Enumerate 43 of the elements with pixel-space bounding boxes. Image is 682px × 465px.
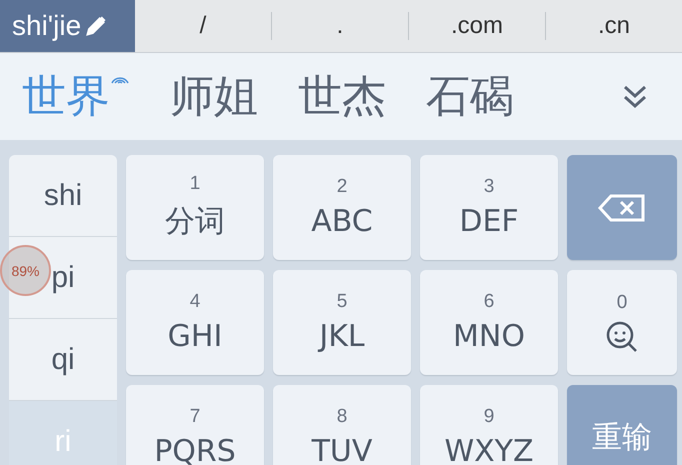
smiley-search-icon — [605, 320, 639, 354]
key-digit: 3 — [484, 176, 494, 198]
key-digit: 7 — [190, 406, 200, 428]
pencil-icon — [85, 15, 108, 37]
keypad-key[interactable]: 1 分词 — [126, 155, 264, 260]
key-letters: 分词 — [165, 203, 225, 241]
backspace-button[interactable] — [567, 155, 677, 260]
key-letters: WXYZ — [444, 434, 534, 465]
candidate[interactable]: 世杰 — [298, 67, 386, 126]
candidate[interactable]: 石碣 — [426, 67, 514, 126]
key-digit: 0 — [616, 292, 628, 314]
key-letters: GHI — [168, 319, 222, 354]
key-digit: 1 — [190, 173, 200, 195]
key-digit: 6 — [484, 291, 494, 313]
key-digit: 9 — [484, 406, 494, 428]
shortcut-key[interactable]: .cn — [545, 12, 682, 40]
key-letters: JKL — [319, 319, 365, 354]
keypad-key[interactable]: 3 DEF — [420, 155, 558, 260]
key-digit: 5 — [336, 291, 348, 313]
keypad-key[interactable]: 8 TUV — [273, 385, 411, 465]
shortcut-key[interactable]: .com — [408, 12, 545, 40]
composition-text: shi'jie — [12, 10, 82, 42]
keypad-key[interactable]: 5 JKL — [273, 270, 411, 375]
keypad-key[interactable]: 2 ABC — [273, 155, 411, 260]
key-letters: MNO — [453, 319, 525, 354]
shortcut-key[interactable]: / — [135, 12, 271, 40]
key-letters: PQRS — [154, 434, 236, 465]
pinyin-option[interactable]: shi — [9, 155, 117, 237]
key-digit: 8 — [336, 406, 348, 428]
key-digit: 2 — [336, 176, 348, 198]
key-letters: TUV — [312, 434, 372, 465]
key-digit: 4 — [190, 291, 200, 313]
shortcut-key[interactable]: . — [271, 12, 408, 40]
candidate[interactable]: 师姐 — [170, 67, 258, 126]
composition-box[interactable]: shi'jie — [0, 0, 135, 52]
keypad-key[interactable]: 6 MNO — [420, 270, 558, 375]
backspace-icon — [597, 192, 647, 222]
keypad-key[interactable]: 9 WXYZ — [420, 385, 558, 465]
keypad-key[interactable]: 4 GHI — [126, 270, 264, 375]
keypad-key[interactable]: 7 PQRS — [126, 385, 264, 465]
key-letters: ABC — [311, 204, 373, 239]
key-letters: DEF — [459, 204, 519, 239]
emoji-key[interactable]: 0 — [567, 270, 677, 375]
